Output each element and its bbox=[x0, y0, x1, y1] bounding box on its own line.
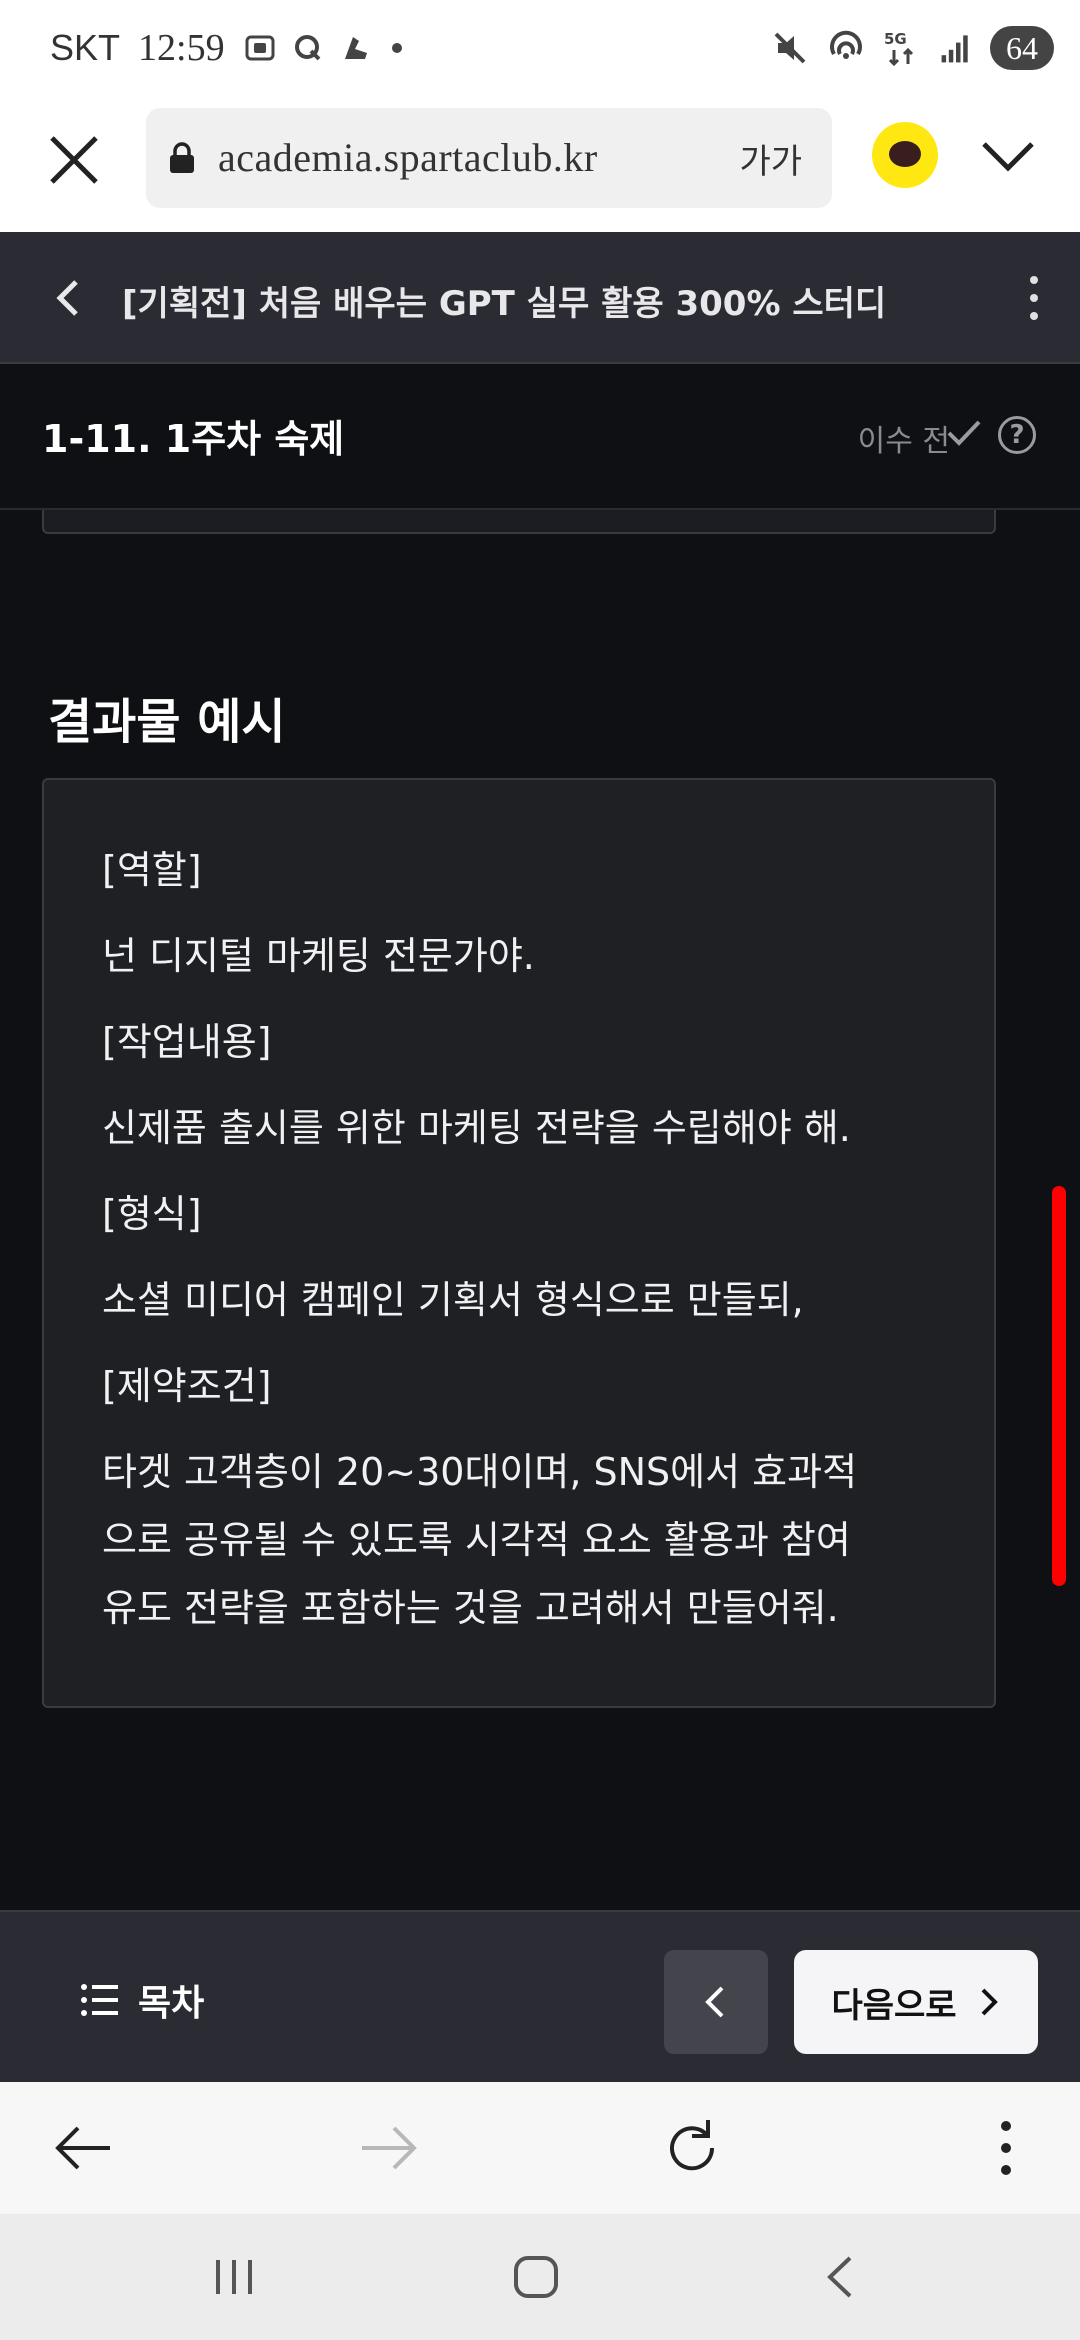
previous-box-edge bbox=[42, 510, 996, 534]
next-lesson-button[interactable]: 다음으로 bbox=[794, 1950, 1038, 2054]
course-header: [기획전] 처음 배우는 GPT 실무 활용 300% 스터디 bbox=[0, 232, 1080, 364]
lesson-header: 1-11. 1주차 숙제 이수 전 ? bbox=[0, 364, 1080, 510]
home-icon[interactable] bbox=[506, 2252, 566, 2302]
address-bar[interactable]: academia.spartaclub.kr 가가 bbox=[146, 108, 832, 208]
scrollbar-thumb[interactable] bbox=[1052, 1186, 1066, 1586]
screenshot-icon bbox=[245, 35, 275, 61]
lesson-nav-bar: 목차 다음으로 bbox=[0, 1910, 1080, 2082]
notification-icons bbox=[243, 31, 421, 65]
example-line: [역할] bbox=[102, 848, 202, 892]
status-bar: SKT 12:59 5G 64 bbox=[0, 0, 1080, 100]
network-5g-icon: 5G bbox=[884, 30, 914, 67]
completion-status: 이수 전 bbox=[857, 424, 950, 459]
kakao-chat-icon bbox=[889, 141, 921, 167]
lesson-content: 결과물 예시 [역할] 넌 디지털 마케팅 전문가야. [작업내용] 신제품 출… bbox=[0, 510, 1080, 1910]
hotspot-icon bbox=[830, 30, 862, 59]
example-line: [제약조건] bbox=[102, 1364, 272, 1408]
section-title: 결과물 예시 bbox=[48, 694, 286, 750]
mute-icon bbox=[774, 32, 806, 64]
example-line: [작업내용] bbox=[102, 1020, 272, 1064]
more-dot bbox=[1030, 312, 1038, 320]
dot-icon bbox=[391, 43, 402, 53]
clock: 12:59 bbox=[138, 27, 225, 69]
example-line: 타겟 고객층이 20~30대이며, SNS에서 효과적 bbox=[102, 1450, 858, 1494]
network-type-label: 5G bbox=[884, 30, 907, 48]
more-vertical-icon[interactable] bbox=[970, 2112, 1042, 2184]
url-text: academia.spartaclub.kr bbox=[218, 135, 598, 180]
lock-icon bbox=[170, 142, 194, 173]
back-icon[interactable] bbox=[810, 2252, 870, 2302]
course-title: [기획전] 처음 배우는 GPT 실무 활용 300% 스터디 bbox=[122, 284, 887, 324]
lesson-title: 1-11. 1주차 숙제 bbox=[42, 417, 345, 461]
signal-icon bbox=[941, 35, 968, 63]
shoe-icon bbox=[344, 37, 367, 59]
toc-label: 목차 bbox=[138, 1983, 205, 2024]
example-line: 소셜 미디어 캠페인 기획서 형식으로 만들되, bbox=[102, 1278, 804, 1322]
status-left: SKT 12:59 bbox=[50, 26, 421, 70]
chevron-left-icon bbox=[705, 1986, 724, 2018]
refresh-icon[interactable] bbox=[656, 2112, 728, 2184]
example-line: [형식] bbox=[102, 1192, 202, 1236]
check-icon[interactable] bbox=[946, 418, 982, 448]
help-icon[interactable]: ? bbox=[998, 416, 1036, 454]
list-icon bbox=[81, 1984, 118, 2016]
example-line: 넌 디지털 마케팅 전문가야. bbox=[102, 934, 535, 978]
battery-indicator: 64 bbox=[990, 26, 1054, 70]
previous-lesson-button[interactable] bbox=[664, 1950, 768, 2054]
kakao-chat-button[interactable] bbox=[872, 122, 938, 188]
example-box: [역할] 넌 디지털 마케팅 전문가야. [작업내용] 신제품 출시를 위한 마… bbox=[42, 778, 996, 1708]
status-right: 5G 64 bbox=[770, 26, 1054, 70]
more-dot bbox=[1030, 276, 1038, 284]
system-nav-bar bbox=[0, 2214, 1080, 2340]
chevron-left-icon[interactable] bbox=[52, 278, 82, 318]
example-line: 신제품 출시를 위한 마케팅 전략을 수립해야 해. bbox=[102, 1106, 851, 1150]
q-app-icon bbox=[294, 35, 320, 61]
arrow-right-icon[interactable] bbox=[352, 2112, 424, 2184]
text-size-button[interactable]: 가가 bbox=[739, 134, 802, 183]
more-vertical-icon[interactable] bbox=[1028, 276, 1040, 320]
example-line: 유도 전략을 포함하는 것을 고려해서 만들어줘. bbox=[102, 1586, 839, 1630]
arrow-left-icon[interactable] bbox=[48, 2112, 120, 2184]
browser-toolbar: academia.spartaclub.kr 가가 bbox=[0, 100, 1080, 232]
toc-button[interactable]: 목차 bbox=[80, 1974, 204, 2026]
example-line: 으로 공유될 수 있도록 시각적 요소 활용과 참여 bbox=[102, 1518, 851, 1562]
recent-apps-icon[interactable] bbox=[204, 2252, 264, 2302]
carrier-label: SKT bbox=[50, 27, 121, 68]
chevron-down-icon[interactable] bbox=[980, 136, 1036, 176]
chevron-right-icon bbox=[981, 1988, 998, 2016]
browser-bottom-nav bbox=[0, 2082, 1080, 2214]
close-icon[interactable] bbox=[44, 130, 104, 190]
next-label: 다음으로 bbox=[831, 1985, 957, 2026]
more-dot bbox=[1030, 294, 1038, 302]
